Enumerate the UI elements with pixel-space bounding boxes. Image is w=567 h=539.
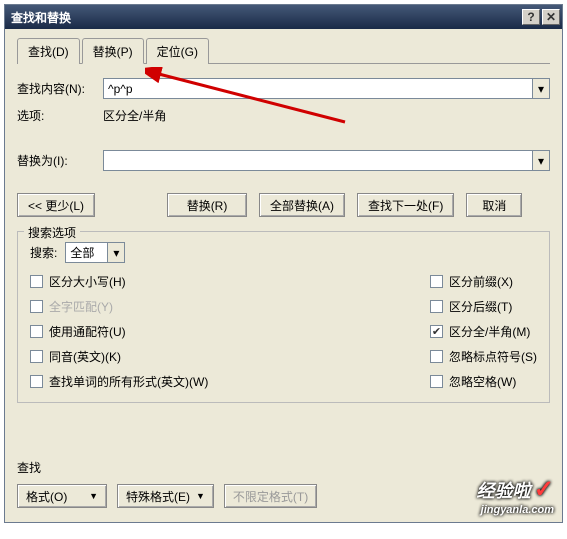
watermark: 经验啦 ✓ jingyanla.com	[477, 475, 554, 516]
check-prefix[interactable]: 区分前缀(X)	[430, 273, 537, 290]
format-button[interactable]: 格式(O) ▼	[17, 484, 107, 508]
checkbox-icon	[430, 350, 443, 363]
options-label: 选项:	[17, 107, 103, 124]
dialog-content: 查找(D) 替换(P) 定位(G) 查找内容(N): ^p^p ▾ 选项: 区分…	[5, 29, 562, 522]
replace-with-label: 替换为(I):	[17, 152, 103, 169]
options-row: 选项: 区分全/半角	[17, 107, 550, 124]
find-next-button[interactable]: 查找下一处(F)	[357, 193, 454, 217]
search-direction-label: 搜索:	[30, 244, 57, 261]
search-direction-select[interactable]: 全部 ▾	[65, 242, 125, 263]
replace-all-button[interactable]: 全部替换(A)	[259, 193, 345, 217]
no-format-button: 不限定格式(T)	[224, 484, 317, 508]
help-button[interactable]: ?	[522, 9, 540, 25]
check-icon: ✓	[534, 476, 554, 503]
checkbox-icon	[430, 375, 443, 388]
options-value: 区分全/半角	[103, 107, 166, 124]
find-what-row: 查找内容(N): ^p^p ▾	[17, 78, 550, 99]
checkbox-icon: ✔	[430, 325, 443, 338]
title-text: 查找和替换	[11, 9, 520, 26]
button-row: << 更少(L) 替换(R) 全部替换(A) 查找下一处(F) 取消	[17, 193, 550, 217]
chevron-down-icon: ▼	[196, 491, 205, 501]
check-sounds-like[interactable]: 同音(英文)(K)	[30, 348, 430, 365]
search-options-legend: 搜索选项	[24, 224, 80, 241]
tab-replace[interactable]: 替换(P)	[82, 38, 144, 64]
tab-find[interactable]: 查找(D)	[17, 38, 80, 64]
chevron-down-icon: ▼	[89, 491, 98, 501]
checkbox-icon	[30, 350, 43, 363]
check-ignore-space[interactable]: 忽略空格(W)	[430, 373, 537, 390]
tab-goto[interactable]: 定位(G)	[146, 38, 209, 64]
checkbox-col-right: 区分前缀(X) 区分后缀(T) ✔ 区分全/半角(M) 忽略标点符号(S)	[430, 273, 537, 390]
less-button[interactable]: << 更少(L)	[17, 193, 95, 217]
search-direction-row: 搜索: 全部 ▾	[30, 242, 537, 263]
search-options-fieldset: 搜索选项 搜索: 全部 ▾ 区分大小写(H) 全字匹配(Y)	[17, 231, 550, 403]
checkbox-icon	[430, 300, 443, 313]
chevron-down-icon[interactable]: ▾	[107, 243, 124, 262]
checkbox-icon	[30, 325, 43, 338]
find-what-input[interactable]: ^p^p ▾	[103, 78, 550, 99]
checkbox-columns: 区分大小写(H) 全字匹配(Y) 使用通配符(U) 同音(英文)(K)	[30, 273, 537, 390]
find-section-legend: 查找	[17, 459, 550, 476]
check-whole-word: 全字匹配(Y)	[30, 298, 430, 315]
check-ignore-punct[interactable]: 忽略标点符号(S)	[430, 348, 537, 365]
find-section-buttons: 格式(O) ▼ 特殊格式(E) ▼ 不限定格式(T)	[17, 484, 550, 508]
check-suffix[interactable]: 区分后缀(T)	[430, 298, 537, 315]
replace-with-input[interactable]: ▾	[103, 150, 550, 171]
cancel-button[interactable]: 取消	[466, 193, 522, 217]
close-button[interactable]: ✕	[542, 9, 560, 25]
tab-bar: 查找(D) 替换(P) 定位(G)	[17, 37, 550, 64]
check-wildcards[interactable]: 使用通配符(U)	[30, 323, 430, 340]
checkbox-icon	[430, 275, 443, 288]
replace-with-row: 替换为(I): ▾	[17, 150, 550, 171]
checkbox-icon	[30, 300, 43, 313]
find-what-label: 查找内容(N):	[17, 80, 103, 97]
checkbox-icon	[30, 275, 43, 288]
check-full-half[interactable]: ✔ 区分全/半角(M)	[430, 323, 537, 340]
checkbox-col-left: 区分大小写(H) 全字匹配(Y) 使用通配符(U) 同音(英文)(K)	[30, 273, 430, 390]
dialog-window: 查找和替换 ? ✕ 查找(D) 替换(P) 定位(G) 查找内容(N): ^p^…	[4, 4, 563, 523]
special-format-button[interactable]: 特殊格式(E) ▼	[117, 484, 214, 508]
chevron-down-icon[interactable]: ▾	[532, 151, 549, 170]
chevron-down-icon[interactable]: ▾	[532, 79, 549, 98]
replace-button[interactable]: 替换(R)	[167, 193, 247, 217]
check-all-forms[interactable]: 查找单词的所有形式(英文)(W)	[30, 373, 430, 390]
checkbox-icon	[30, 375, 43, 388]
find-section: 查找 格式(O) ▼ 特殊格式(E) ▼ 不限定格式(T)	[17, 459, 550, 508]
check-match-case[interactable]: 区分大小写(H)	[30, 273, 430, 290]
title-bar: 查找和替换 ? ✕	[5, 5, 562, 29]
